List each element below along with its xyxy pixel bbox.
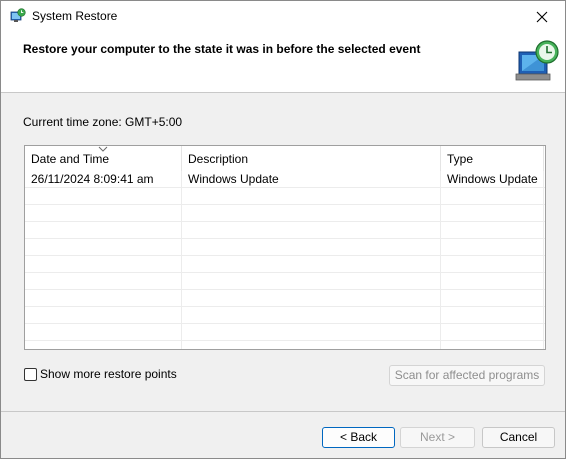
close-icon [536, 11, 548, 22]
column-header-type[interactable]: Type [441, 146, 544, 171]
show-more-checkbox[interactable] [24, 367, 37, 381]
column-header-description[interactable]: Description [182, 146, 441, 171]
title-bar: System Restore [1, 1, 565, 32]
sort-descending-icon [98, 146, 108, 152]
empty-row [25, 273, 545, 290]
cell-type: Windows Update [447, 172, 538, 186]
wizard-header: Restore your computer to the state it wa… [1, 32, 565, 93]
show-more-restore-points-option[interactable]: Show more restore points [24, 367, 177, 381]
empty-row [25, 290, 545, 307]
table-row[interactable]: 26/11/2024 8:09:41 am Windows Update Win… [25, 171, 545, 188]
computer-restore-icon [515, 40, 559, 81]
scan-affected-programs-button[interactable]: Scan for affected programs [389, 365, 545, 386]
window-title: System Restore [32, 9, 118, 23]
cancel-button[interactable]: Cancel [482, 427, 555, 448]
page-title: Restore your computer to the state it wa… [23, 42, 421, 56]
show-more-label: Show more restore points [40, 367, 177, 381]
empty-row [25, 239, 545, 256]
system-restore-window: System Restore Restore your computer to … [0, 0, 566, 459]
empty-row [25, 205, 545, 222]
cell-date: 26/11/2024 8:09:41 am [31, 172, 154, 186]
empty-row [25, 222, 545, 239]
empty-row [25, 307, 545, 324]
back-button[interactable]: < Back [322, 427, 395, 448]
close-button[interactable] [519, 1, 565, 32]
next-button[interactable]: Next > [400, 427, 475, 448]
empty-row [25, 188, 545, 205]
empty-row [25, 256, 545, 273]
table-header: Date and Time Description Type [25, 146, 545, 171]
restore-points-table[interactable]: Date and Time Description Type 26/11/202… [24, 145, 546, 350]
system-restore-icon [10, 8, 26, 22]
empty-row [25, 324, 545, 341]
footer-divider [1, 411, 565, 412]
cell-description: Windows Update [188, 172, 279, 186]
timezone-label: Current time zone: GMT+5:00 [23, 115, 183, 129]
